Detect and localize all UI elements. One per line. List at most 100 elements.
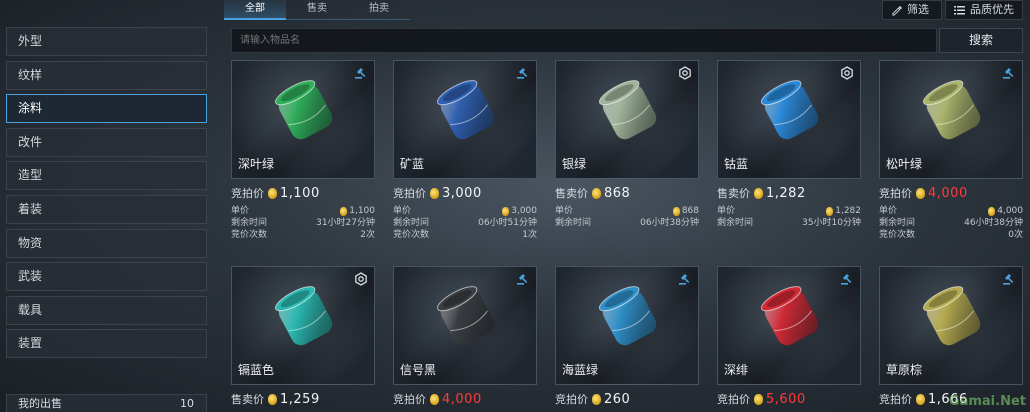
item-image[interactable]: 草原棕 (879, 266, 1023, 385)
sidebar-item-style[interactable]: 造型 (6, 161, 207, 191)
item-name: 信号黑 (400, 363, 437, 377)
price-value: 1,100 (280, 185, 320, 201)
item-card[interactable]: 海蓝绿 竞拍价 260 (555, 266, 699, 407)
time-left-value: 06小时51分钟 (478, 218, 537, 228)
paint-can-icon (592, 75, 668, 145)
price-label: 竞拍价 (879, 393, 912, 406)
sidebar-item-appearance[interactable]: 外型 (6, 27, 207, 56)
item-name: 深绯 (724, 363, 749, 377)
item-name: 松叶绿 (886, 157, 923, 171)
time-left-value: 31小时27分钟 (316, 218, 375, 228)
coin-icon (268, 393, 277, 405)
edit-icon (892, 5, 902, 16)
price-value: 4,000 (442, 391, 482, 407)
item-name: 钴蓝 (724, 157, 749, 171)
sidebar-item-vehicles[interactable]: 载具 (6, 295, 207, 325)
sidebar-item-paint[interactable]: 涂料 (6, 94, 207, 124)
sidebar-item-modification[interactable]: 改件 (6, 127, 207, 157)
auction-icon (516, 66, 530, 80)
coin-icon (672, 206, 680, 216)
time-left-value: 35小时10分钟 (802, 218, 861, 228)
paint-can-icon (592, 281, 668, 351)
unit-price-label: 单价 (555, 206, 574, 216)
search-input[interactable] (231, 28, 937, 53)
sell-icon (840, 66, 854, 80)
price-label: 售卖价 (231, 393, 264, 406)
paint-can-icon (916, 281, 992, 351)
time-left-label: 剩余时间 (393, 218, 430, 228)
item-image[interactable]: 海蓝绿 (555, 266, 699, 385)
coin-icon (988, 206, 996, 216)
category-sidebar: 外型 纹样 涂料 改件 造型 着装 物资 武装 载具 装置 (6, 27, 207, 363)
item-card[interactable]: 深绯 竞拍价 5,600 (717, 266, 861, 407)
item-card[interactable]: 深叶绿 竞拍价 1,100 单价 1,100 剩余时间 31小时27分钟 竞价次… (231, 60, 375, 241)
sell-icon (354, 272, 368, 286)
watermark: Gamai.Net (948, 394, 1026, 409)
paint-can-icon (268, 75, 344, 145)
paint-can-icon (916, 75, 992, 145)
item-image[interactable]: 矿蓝 (393, 60, 537, 179)
unit-price-value: 868 (681, 206, 699, 216)
sidebar-item-weapons[interactable]: 武装 (6, 262, 207, 292)
list-icon (954, 6, 965, 15)
sidebar-item-supplies[interactable]: 物资 (6, 228, 207, 258)
item-name: 深叶绿 (238, 157, 275, 171)
bid-count-value: 0次 (1008, 230, 1023, 240)
item-image[interactable]: 银绿 (555, 60, 699, 179)
item-details: 单价 3,000 剩余时间 06小时51分钟 竞价次数 1次 (393, 205, 537, 241)
sell-icon (678, 66, 692, 80)
sort-button[interactable]: 品质优先 (945, 0, 1023, 20)
price-row: 竞拍价 1,100 (231, 185, 375, 201)
sidebar-item-pattern[interactable]: 纹样 (6, 60, 207, 90)
tab-all[interactable]: 全部 (224, 0, 286, 20)
sidebar-item-outfit[interactable]: 着装 (6, 194, 207, 224)
item-name: 银绿 (562, 157, 587, 171)
item-image[interactable]: 深绯 (717, 266, 861, 385)
item-details: 单价 868 剩余时间 06小时38分钟 (555, 205, 699, 229)
coin-icon (502, 206, 510, 216)
item-details: 单价 1,100 剩余时间 31小时27分钟 竞价次数 2次 (231, 205, 375, 241)
unit-price-label: 单价 (717, 206, 736, 216)
unit-price-value: 3,000 (511, 206, 537, 216)
tab-bar: 全部 售卖 拍卖 (224, 0, 410, 20)
paint-can-icon (430, 281, 506, 351)
item-card[interactable]: 松叶绿 竞拍价 4,000 单价 4,000 剩余时间 46小时38分钟 竞价次… (879, 60, 1023, 241)
item-card[interactable]: 镉蓝色 售卖价 1,259 (231, 266, 375, 407)
coin-icon (754, 187, 763, 199)
price-row: 售卖价 868 (555, 185, 699, 201)
bid-count-label: 竞价次数 (231, 230, 268, 240)
sidebar-item-devices[interactable]: 装置 (6, 329, 207, 359)
item-card[interactable]: 矿蓝 竞拍价 3,000 单价 3,000 剩余时间 06小时51分钟 竞价次数… (393, 60, 537, 241)
filter-button[interactable]: 筛选 (882, 0, 942, 20)
unit-price-value: 4,000 (997, 206, 1023, 216)
item-image[interactable]: 信号黑 (393, 266, 537, 385)
item-card[interactable]: 草原棕 竞拍价 1,666 (879, 266, 1023, 407)
auction-icon (1002, 272, 1016, 286)
search-button[interactable]: 搜索 (939, 28, 1023, 53)
item-image[interactable]: 深叶绿 (231, 60, 375, 179)
paint-can-icon (754, 75, 830, 145)
item-image[interactable]: 镉蓝色 (231, 266, 375, 385)
item-card[interactable]: 信号黑 竞拍价 4,000 (393, 266, 537, 407)
price-value: 1,282 (766, 185, 806, 201)
auction-icon (354, 66, 368, 80)
item-details: 单价 1,282 剩余时间 35小时10分钟 (717, 205, 861, 229)
tab-auction[interactable]: 拍卖 (348, 0, 410, 20)
item-card[interactable]: 银绿 售卖价 868 单价 868 剩余时间 06小时38分钟 (555, 60, 699, 229)
coin-icon (340, 206, 348, 216)
unit-price-label: 单价 (393, 206, 412, 216)
unit-price-label: 单价 (231, 206, 250, 216)
item-name: 矿蓝 (400, 157, 425, 171)
coin-icon (592, 393, 601, 405)
price-row: 竞拍价 4,000 (393, 391, 537, 407)
paint-can-icon (430, 75, 506, 145)
item-card[interactable]: 钴蓝 售卖价 1,282 单价 1,282 剩余时间 35小时10分钟 (717, 60, 861, 229)
my-sales-button[interactable]: 我的出售 10 (6, 394, 207, 412)
price-label: 竞拍价 (879, 187, 912, 200)
tab-sell[interactable]: 售卖 (286, 0, 348, 20)
unit-price-value: 1,100 (349, 206, 375, 216)
bid-count-value: 2次 (360, 230, 375, 240)
item-image[interactable]: 钴蓝 (717, 60, 861, 179)
price-row: 售卖价 1,282 (717, 185, 861, 201)
item-image[interactable]: 松叶绿 (879, 60, 1023, 179)
